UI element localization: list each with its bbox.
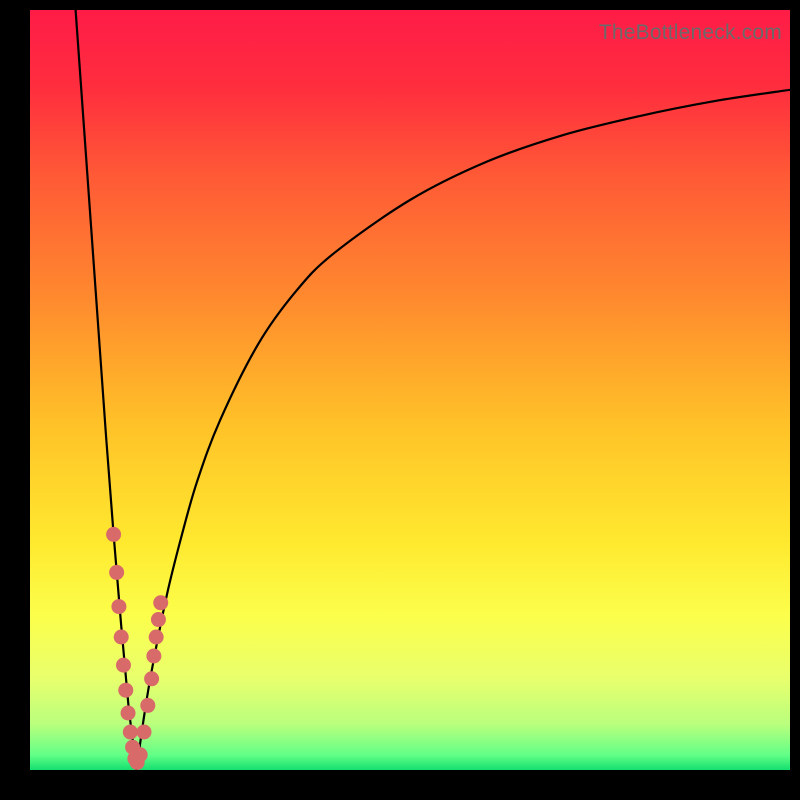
scatter-point — [118, 683, 133, 698]
scatter-point — [123, 725, 138, 740]
scatter-point — [144, 671, 159, 686]
scatter-point — [106, 527, 121, 542]
scatter-point — [116, 658, 131, 673]
scatter-point — [140, 698, 155, 713]
scatter-point — [109, 565, 124, 580]
scatter-point — [146, 649, 161, 664]
scatter-point — [114, 630, 129, 645]
scatter-point — [121, 706, 136, 721]
scatter-point — [151, 612, 166, 627]
scatter-point — [137, 725, 152, 740]
scatter-point — [111, 599, 126, 614]
scatter-points — [30, 10, 790, 770]
chart-frame: TheBottleneck.com — [0, 0, 800, 800]
plot-area: TheBottleneck.com — [30, 10, 790, 770]
scatter-point — [133, 747, 148, 762]
scatter-point — [149, 630, 164, 645]
scatter-point — [153, 595, 168, 610]
